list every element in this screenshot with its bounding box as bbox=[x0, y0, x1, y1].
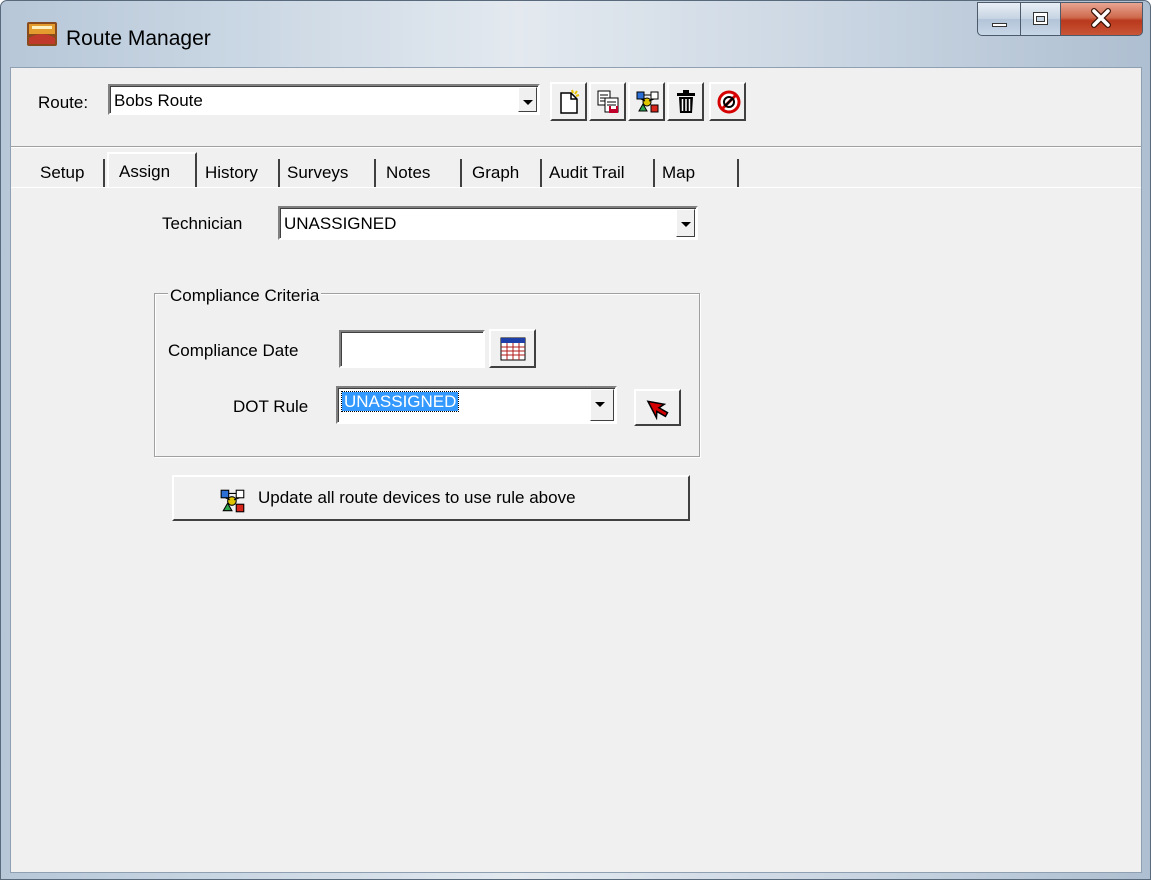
tab-audit-trail[interactable]: Audit Trail bbox=[543, 159, 655, 187]
pointer-arrow-icon bbox=[646, 400, 669, 420]
tab-setup[interactable]: Setup bbox=[28, 159, 105, 187]
route-manager-window: Route Manager Route: Bobs Route Setup As… bbox=[0, 0, 1151, 880]
update-route-devices-label: Update all route devices to use rule abo… bbox=[258, 488, 576, 507]
dot-rule-select[interactable]: UNASSIGNED bbox=[336, 386, 617, 424]
compliance-criteria-group bbox=[154, 293, 700, 457]
update-route-devices-button[interactable]: Update all route devices to use rule abo… bbox=[172, 475, 690, 521]
tab-notes[interactable]: Notes bbox=[377, 159, 462, 187]
maximize-icon bbox=[1033, 12, 1048, 25]
minimize-icon bbox=[992, 23, 1007, 27]
route-select[interactable]: Bobs Route bbox=[108, 84, 540, 115]
cancel-button[interactable] bbox=[709, 82, 746, 121]
chevron-down-icon[interactable] bbox=[590, 389, 614, 421]
dot-rule-label: DOT Rule bbox=[233, 397, 309, 416]
copy-route-button[interactable] bbox=[589, 82, 626, 121]
compliance-criteria-legend: Compliance Criteria bbox=[168, 286, 322, 306]
technician-select[interactable]: UNASSIGNED bbox=[278, 206, 698, 240]
trash-icon bbox=[677, 90, 695, 113]
technician-select-value: UNASSIGNED bbox=[284, 214, 397, 233]
technician-label: Technician bbox=[162, 214, 243, 233]
tab-history[interactable]: History bbox=[199, 159, 280, 187]
calendar-button[interactable] bbox=[489, 329, 536, 368]
devices-icon bbox=[220, 489, 245, 513]
new-route-button[interactable] bbox=[550, 82, 587, 121]
delete-route-button[interactable] bbox=[667, 82, 704, 121]
tab-map[interactable]: Map bbox=[656, 159, 739, 187]
tab-surveys[interactable]: Surveys bbox=[281, 159, 376, 187]
close-icon bbox=[1091, 8, 1111, 28]
select-rule-button[interactable] bbox=[634, 389, 681, 426]
calendar-icon bbox=[500, 337, 526, 361]
toolbar-separator bbox=[11, 146, 1141, 148]
cancel-icon bbox=[717, 90, 741, 114]
compliance-date-label: Compliance Date bbox=[168, 341, 299, 360]
close-button[interactable] bbox=[1061, 2, 1143, 36]
chevron-down-icon[interactable] bbox=[518, 87, 537, 112]
client-area: Route: Bobs Route Setup Assign History S… bbox=[10, 67, 1142, 873]
tab-assign[interactable]: Assign bbox=[107, 152, 197, 188]
title-bar[interactable]: Route Manager bbox=[1, 1, 1150, 67]
route-devices-button[interactable] bbox=[628, 82, 665, 121]
tab-graph[interactable]: Graph bbox=[463, 159, 542, 187]
route-manager-app-icon bbox=[27, 22, 57, 46]
minimize-button[interactable] bbox=[977, 2, 1021, 36]
route-select-value: Bobs Route bbox=[114, 91, 203, 110]
maximize-button[interactable] bbox=[1021, 2, 1061, 36]
save-copy-icon bbox=[597, 90, 619, 113]
new-document-icon bbox=[560, 89, 580, 114]
chevron-down-icon[interactable] bbox=[676, 209, 695, 237]
compliance-date-field[interactable] bbox=[339, 330, 485, 368]
route-label: Route: bbox=[38, 93, 89, 112]
window-title: Route Manager bbox=[66, 27, 211, 50]
dot-rule-select-value: UNASSIGNED bbox=[340, 391, 460, 412]
tab-strip-line bbox=[11, 187, 1141, 188]
devices-icon bbox=[636, 91, 659, 113]
